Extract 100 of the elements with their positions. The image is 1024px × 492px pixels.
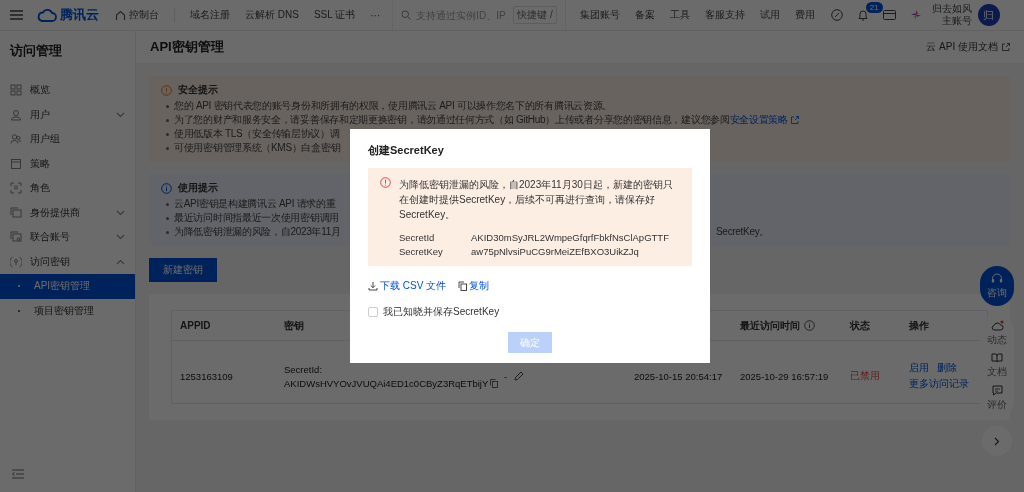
bullet-icon — [166, 118, 169, 122]
info-icon — [804, 320, 815, 331]
user-icon — [10, 108, 22, 121]
window-icon — [10, 231, 22, 244]
menu-icon[interactable] — [10, 10, 23, 20]
checkbox[interactable] — [368, 307, 378, 317]
sidebar-item[interactable]: 概览 — [0, 78, 135, 103]
table-cell-text: 2025-10-29 16:57:19 — [740, 370, 830, 382]
chevron-icon[interactable] — [116, 209, 125, 216]
bell-icon[interactable] — [856, 9, 869, 21]
user-avatar[interactable]: 归 — [977, 4, 1000, 26]
notification-badge: 21 — [865, 2, 883, 13]
column-header: 操作 — [909, 319, 929, 331]
table-cell-text: 1253163109 — [180, 370, 234, 382]
panel-item[interactable]: 文档 — [987, 353, 1007, 379]
expand-button[interactable] — [982, 426, 1012, 456]
top-link[interactable]: 费用 — [794, 8, 815, 22]
consult-button[interactable]: 咨询 — [980, 266, 1014, 306]
panel-item[interactable]: 动态 — [987, 320, 1007, 347]
warning-icon — [380, 177, 391, 188]
sidebar-item[interactable]: 联合账号 — [0, 225, 135, 250]
notice-text: SecretKey。 — [716, 225, 770, 239]
notice-title: 使用提示 — [178, 181, 218, 195]
account-role: 主账号 — [941, 15, 972, 27]
book-icon — [991, 353, 1003, 363]
external-link-icon[interactable] — [790, 116, 799, 124]
search-icon — [401, 10, 412, 20]
table-cell: - — [504, 370, 508, 382]
column-header: 状态 — [850, 319, 870, 331]
warning-icon — [161, 84, 172, 96]
nav-link[interactable]: SSL 证书 — [313, 8, 356, 22]
table-cell-text: 2025-10-15 20:54:17 — [634, 370, 724, 382]
sidebar-subitem[interactable]: API密钥管理 — [0, 274, 135, 299]
table-cell-text: SecretId: — [284, 363, 324, 375]
notice-text: 使用低版本 TLS（安全传输层协议）调 — [174, 127, 340, 141]
status-text: 已禁用 — [850, 369, 881, 383]
top-link[interactable]: 备案 — [634, 8, 655, 22]
bullet-icon — [166, 104, 169, 108]
brand-name: 腾讯云 — [60, 6, 99, 24]
action-link[interactable]: 删除 — [937, 361, 957, 375]
sidebar-item[interactable]: 角色 — [0, 176, 135, 201]
top-link[interactable]: 试用 — [759, 8, 780, 22]
window-icon — [10, 206, 22, 219]
notice-text: 云API密钥是构建腾讯云 API 请求的重 — [174, 197, 336, 211]
chevron-icon[interactable] — [116, 234, 125, 241]
key-icon — [10, 255, 22, 268]
bullet-icon — [166, 216, 169, 220]
external-link-icon[interactable] — [1002, 43, 1010, 51]
sidebar-title: 访问管理 — [8, 42, 63, 60]
sidebar-item[interactable]: 身份提供商 — [0, 200, 135, 225]
bullet-icon — [166, 202, 169, 206]
headset-icon — [991, 272, 1003, 284]
user-name[interactable]: 归去如风 — [931, 3, 972, 15]
download-link[interactable]: 下载 CSV 文件 — [380, 279, 447, 293]
notice-text: 可使用密钥管理系统（KMS）白盒密钥 — [174, 141, 341, 155]
checkbox-label[interactable]: 我已知晓并保存SecretKey — [383, 305, 500, 319]
pinwheel-icon[interactable] — [909, 9, 922, 21]
grid-icon — [10, 84, 22, 97]
warning-text: 为降低密钥泄漏的风险，自2023年11月30日起，新建的密钥只在创建时提供SecretKey，后续不可再进行查询，请保存好SecretKey。 — [399, 178, 674, 222]
create-key-button[interactable]: 新建密钥 — [149, 258, 217, 282]
chevron-icon[interactable] — [116, 258, 125, 265]
column-header: APPID — [180, 320, 211, 331]
nav-link[interactable]: 云解析 DNS — [245, 8, 299, 22]
group-icon — [10, 133, 22, 146]
download-icon[interactable] — [368, 281, 378, 291]
nav-link[interactable]: 控制台 — [115, 8, 159, 22]
cloud-icon — [990, 320, 1004, 331]
chevron-icon[interactable] — [116, 111, 125, 118]
info-icon — [161, 182, 172, 194]
top-link[interactable]: 集团账号 — [579, 8, 620, 22]
nav-link[interactable]: ··· — [370, 9, 381, 21]
bullet-icon — [166, 132, 169, 136]
collapse-icon[interactable] — [12, 469, 24, 479]
card-icon[interactable] — [882, 9, 896, 21]
sidebar-item[interactable]: 访问密钥 — [0, 249, 135, 274]
pencil-icon[interactable] — [514, 371, 525, 381]
key-value: aw75pNlvsiPuCG9rMeiZEfBXO3UikZJq — [471, 246, 640, 257]
copy-link[interactable]: 复制 — [469, 279, 490, 293]
page-title: API密钥管理 — [150, 38, 224, 56]
sidebar-item[interactable]: 策略 — [0, 151, 135, 176]
table-cell: AKIDWsHVYOvJVUQAi4ED1c0CByZ3RqETbijY — [284, 377, 489, 389]
sidebar-item[interactable]: 用户组 — [0, 127, 135, 152]
action-link[interactable]: 更多访问记录 — [909, 377, 969, 391]
home-icon — [115, 9, 126, 21]
copy-icon[interactable] — [458, 281, 468, 291]
policy-link[interactable]: 安全设置策略 — [729, 113, 788, 127]
document-icon — [10, 157, 22, 170]
panel-item[interactable]: 评价 — [987, 385, 1007, 412]
nav-link[interactable]: 域名注册 — [190, 8, 230, 22]
dialog-title: 创建SecretKey — [368, 143, 445, 158]
sidebar-item[interactable]: 用户 — [0, 102, 135, 127]
top-link[interactable]: 客服支持 — [704, 8, 745, 22]
link-icon[interactable] — [830, 9, 843, 21]
key-label: SecretId — [399, 232, 436, 243]
notice-text: 为降低密钥泄漏的风险，自2023年11月 — [174, 225, 342, 239]
doc-link[interactable]: 云 API 使用文档 — [926, 40, 998, 54]
action-link[interactable]: 启用 — [909, 361, 929, 375]
column-header: 最近访问时间 — [740, 318, 800, 333]
notice-text: 您的 API 密钥代表您的账号身份和所拥有的权限，使用腾讯云 API 可以操作您名下的所有腾讯云资源。 — [174, 99, 613, 113]
frame-icon — [10, 182, 22, 195]
